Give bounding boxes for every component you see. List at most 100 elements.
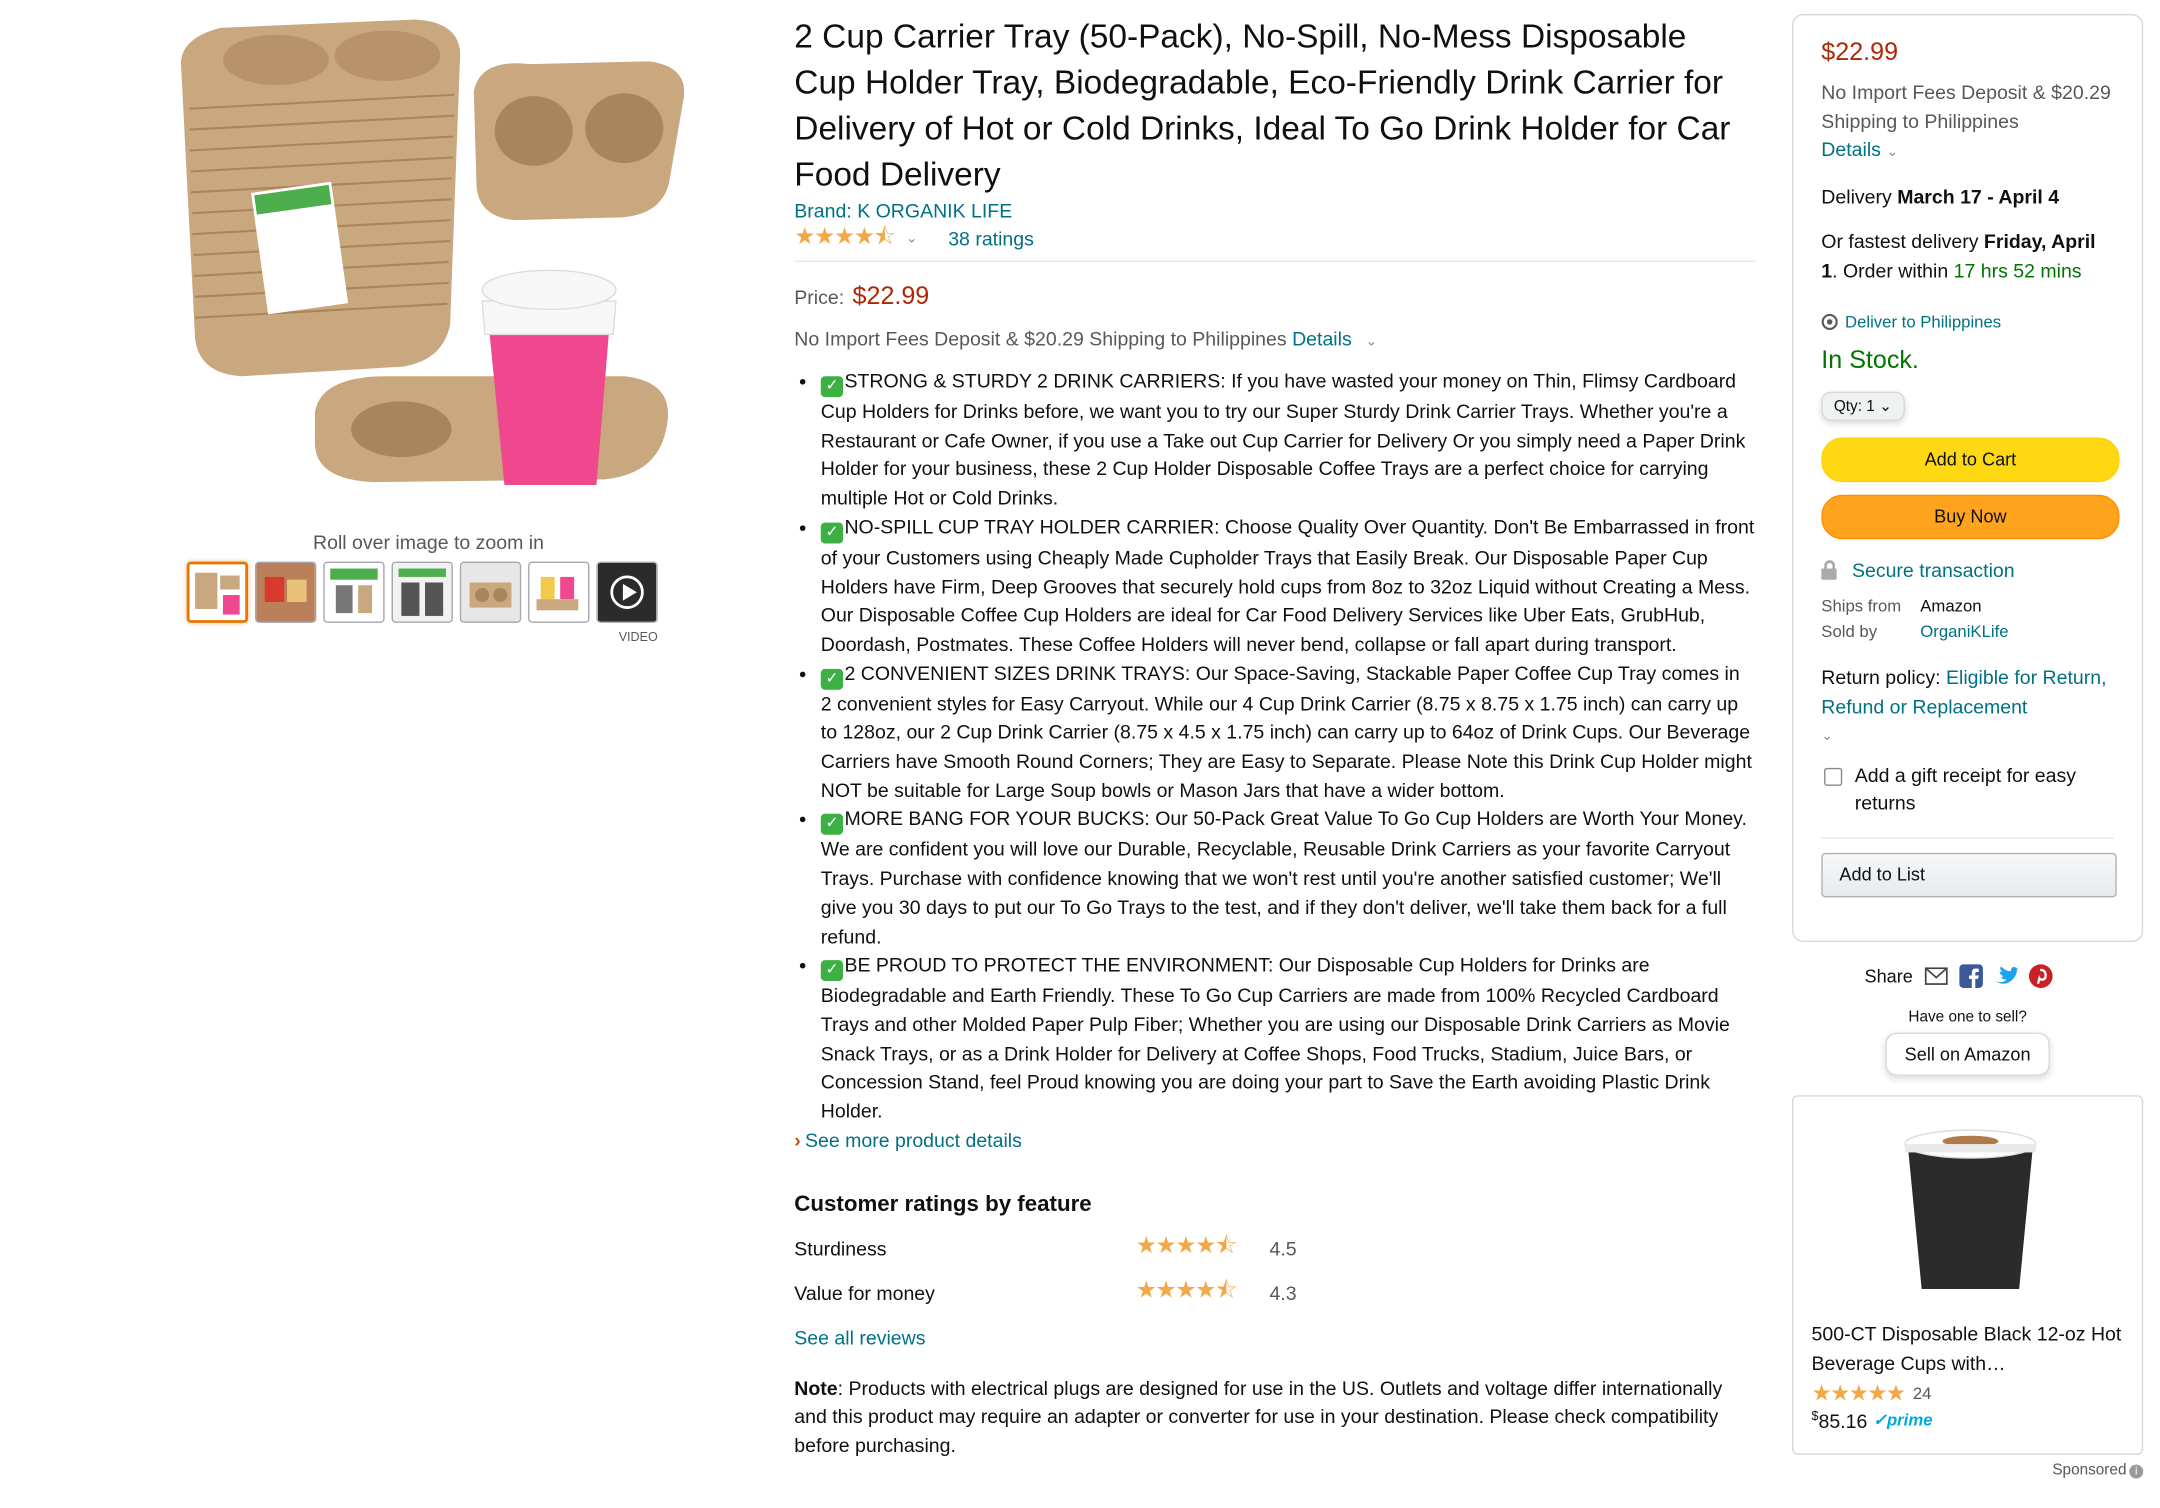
secure-transaction-link[interactable]: Secure transaction bbox=[1852, 559, 2015, 581]
chevron-right-icon: › bbox=[794, 1128, 801, 1151]
feature-bullet: ✓NO-SPILL CUP TRAY HOLDER CARRIER: Choos… bbox=[820, 513, 1756, 659]
feature-bullet: ✓STRONG & STURDY 2 DRINK CARRIERS: If yo… bbox=[820, 366, 1756, 512]
ratings-by-feature-title: Customer ratings by feature bbox=[794, 1192, 1092, 1217]
feature-name: Sturdiness bbox=[794, 1237, 887, 1260]
price-value: $22.99 bbox=[852, 281, 930, 310]
thumbnail-2[interactable] bbox=[255, 561, 317, 623]
deliver-to[interactable]: Deliver to Philippines bbox=[1821, 312, 2114, 332]
check-icon: ✓ bbox=[820, 814, 844, 836]
check-icon: ✓ bbox=[820, 376, 844, 398]
electrical-note: Note: Products with electrical plugs are… bbox=[794, 1374, 1756, 1461]
ad-price: $85.16 ✓prime bbox=[1811, 1408, 1933, 1433]
thumbnail-6[interactable] bbox=[528, 561, 590, 623]
price-row: Price: $22.99 bbox=[794, 281, 1756, 310]
lock-icon bbox=[1821, 560, 1837, 580]
rating-row: ★★★★⯪ ⌄ 38 ratings bbox=[794, 222, 1756, 252]
email-icon[interactable] bbox=[1924, 964, 1948, 988]
check-icon: ✓ bbox=[820, 522, 844, 544]
buybox-details-link[interactable]: Details bbox=[1821, 138, 1881, 160]
thumbnail-strip bbox=[186, 561, 658, 623]
have-one-to-sell: Have one to sell? bbox=[1908, 1008, 2027, 1026]
star-rating[interactable]: ★★★★⯪ bbox=[794, 218, 896, 258]
seller-link[interactable]: OrganiKLife bbox=[1920, 622, 2008, 642]
thumbnail-4[interactable] bbox=[391, 561, 453, 623]
chevron-down-icon: ⌄ bbox=[1879, 398, 1892, 416]
sponsored-label: Sponsored i bbox=[2007, 1462, 2144, 1479]
stock-status: In Stock. bbox=[1821, 345, 1919, 374]
details-link[interactable]: Details bbox=[1292, 327, 1352, 349]
twitter-icon[interactable] bbox=[1994, 964, 2018, 988]
delivery-estimate: Delivery March 17 - April 4 bbox=[1821, 184, 2060, 207]
feature-bullets: ✓STRONG & STURDY 2 DRINK CARRIERS: If yo… bbox=[794, 366, 1756, 1125]
return-policy: Return policy: Eligible for Return, Refu… bbox=[1821, 663, 2114, 751]
prime-badge-icon: ✓prime bbox=[1872, 1410, 1933, 1431]
see-more-details[interactable]: › See more product details bbox=[794, 1128, 1756, 1150]
check-icon: ✓ bbox=[820, 960, 844, 982]
feature-score: 4.3 bbox=[1269, 1281, 1297, 1304]
main-product-image[interactable] bbox=[164, 11, 694, 527]
share-row: Share bbox=[1865, 964, 2053, 988]
ad-rating: ★★★★★ 24 bbox=[1812, 1380, 1932, 1408]
product-title: 2 Cup Carrier Tray (50-Pack), No-Spill, … bbox=[794, 18, 1731, 194]
feature-rating-row: Sturdiness ★★★★⯪ 4.5 bbox=[794, 1232, 1756, 1262]
check-icon: ✓ bbox=[820, 668, 844, 690]
divider bbox=[794, 260, 1756, 262]
divider bbox=[1821, 836, 2114, 839]
add-to-cart-button[interactable]: Add to Cart bbox=[1821, 437, 2120, 483]
info-icon[interactable]: i bbox=[2129, 1464, 2144, 1479]
order-countdown: 17 hrs 52 mins bbox=[1953, 258, 2082, 281]
chevron-down-icon[interactable]: ⌄ bbox=[1887, 145, 1899, 160]
facebook-icon[interactable] bbox=[1958, 964, 1983, 988]
feature-bullet: ✓2 CONVENIENT SIZES DRINK TRAYS: Our Spa… bbox=[820, 659, 1756, 805]
buybox-price: $22.99 bbox=[1821, 37, 1899, 66]
fastest-delivery: Or fastest delivery Friday, April 1. Ord… bbox=[1821, 229, 2096, 281]
thumbnail-3[interactable] bbox=[323, 561, 385, 623]
ad-title[interactable]: 500-CT Disposable Black 12-oz Hot Bevera… bbox=[1812, 1320, 2130, 1377]
product-details: 2 Cup Carrier Tray (50-Pack), No-Spill, … bbox=[794, 14, 1756, 1460]
quantity-select[interactable]: Qty: 1 ⌄ bbox=[1821, 391, 1905, 421]
video-label: VIDEO bbox=[618, 629, 658, 644]
feature-stars: ★★★★⯪ bbox=[1135, 1232, 1238, 1259]
chevron-down-icon[interactable]: ⌄ bbox=[1365, 334, 1377, 349]
feature-bullet: ✓BE PROUD TO PROTECT THE ENVIRONMENT: Ou… bbox=[820, 951, 1756, 1126]
zoom-hint: Roll over image to zoom in bbox=[313, 530, 544, 554]
note-label: Note bbox=[794, 1376, 838, 1399]
ratings-count-link[interactable]: 38 ratings bbox=[948, 227, 1034, 249]
see-all-reviews-link[interactable]: See all reviews bbox=[794, 1326, 925, 1348]
see-more-link[interactable]: See more product details bbox=[805, 1128, 1022, 1150]
gift-receipt-checkbox[interactable] bbox=[1824, 767, 1843, 786]
feature-bullet: ✓MORE BANG FOR YOUR BUCKS: Our 50-Pack G… bbox=[820, 805, 1756, 951]
brand-link[interactable]: Brand: K ORGANIK LIFE bbox=[794, 199, 1756, 221]
chevron-down-icon[interactable]: ⌄ bbox=[1821, 723, 2114, 752]
sponsored-ad-card[interactable]: 500-CT Disposable Black 12-oz Hot Bevera… bbox=[1792, 1095, 2144, 1455]
note-text: : Products with electrical plugs are des… bbox=[794, 1376, 1723, 1457]
add-to-list-button[interactable]: Add to List bbox=[1821, 852, 2117, 897]
shipping-text: No Import Fees Deposit & $20.29 Shipping… bbox=[794, 327, 1287, 350]
shipping-info: No Import Fees Deposit & $20.29 Shipping… bbox=[794, 327, 1756, 349]
thumbnail-video[interactable] bbox=[596, 561, 658, 623]
secure-transaction: Secure transaction bbox=[1821, 559, 2114, 581]
buy-now-button[interactable]: Buy Now bbox=[1821, 494, 2120, 540]
gift-receipt: Add a gift receipt for easy returns bbox=[1821, 760, 2114, 817]
ad-rating-count: 24 bbox=[1912, 1383, 1932, 1404]
thumbnail-5[interactable] bbox=[459, 561, 522, 623]
sold-by: Sold by OrganiKLife bbox=[1821, 621, 2009, 642]
see-all-reviews: See all reviews bbox=[794, 1326, 1756, 1348]
ad-product-image[interactable] bbox=[1897, 1116, 2045, 1292]
thumbnail-main[interactable] bbox=[186, 561, 249, 623]
feature-score: 4.5 bbox=[1269, 1237, 1297, 1260]
location-pin-icon bbox=[1821, 313, 1838, 330]
feature-name: Value for money bbox=[794, 1281, 935, 1304]
buybox-import-fees: No Import Fees Deposit & $20.29 Shipping… bbox=[1821, 80, 2111, 161]
pinterest-icon[interactable] bbox=[2028, 964, 2053, 988]
feature-rating-row: Value for money ★★★★⯪ 4.3 bbox=[794, 1277, 1756, 1307]
ad-stars: ★★★★★ bbox=[1811, 1382, 1906, 1407]
ships-from: Ships from Amazon bbox=[1821, 596, 1982, 616]
chevron-down-icon[interactable]: ⌄ bbox=[906, 231, 918, 246]
deliver-to-link[interactable]: Deliver to Philippines bbox=[1845, 312, 2001, 332]
sell-on-amazon-button[interactable]: Sell on Amazon bbox=[1885, 1032, 2050, 1076]
buy-box: $22.99 No Import Fees Deposit & $20.29 S… bbox=[1792, 13, 2144, 943]
gift-receipt-label[interactable]: Add a gift receipt for easy returns bbox=[1855, 760, 2114, 817]
price-label: Price: bbox=[794, 285, 845, 308]
share-label: Share bbox=[1864, 965, 1913, 987]
